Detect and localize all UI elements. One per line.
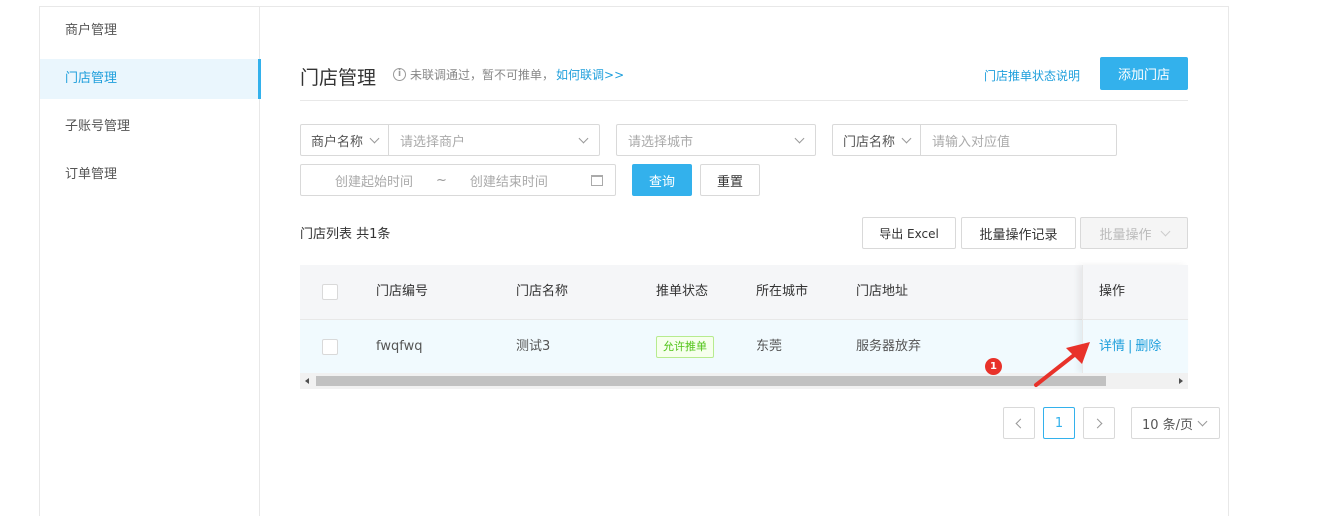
date-range-picker[interactable]: 创建起始时间 ~ 创建结束时间 [300, 164, 616, 196]
start-date-input[interactable]: 创建起始时间 [301, 171, 413, 190]
store-prefix-label: 门店名称 [843, 134, 896, 150]
chevron-down-icon [578, 133, 589, 143]
sidebar: 商户管理 门店管理 子账号管理 订单管理 [40, 7, 261, 516]
end-date-input[interactable]: 创建结束时间 [470, 171, 591, 190]
scroll-right-icon[interactable] [1179, 378, 1183, 384]
chevron-left-icon [1015, 418, 1026, 428]
hint-text: 未联调通过，暂不可推单， [410, 68, 555, 82]
sidebar-item-merchant[interactable]: 商户管理 [40, 11, 260, 51]
date-separator: ~ [436, 172, 447, 188]
title-divider [300, 100, 1188, 101]
scroll-thumb[interactable] [316, 376, 1106, 386]
select-all-checkbox[interactable] [322, 284, 338, 300]
merchant-select[interactable]: 请选择商户 [389, 131, 572, 150]
column-header-push-status: 推单状态 [656, 284, 709, 299]
column-header-store-id: 门店编号 [376, 284, 429, 299]
list-title: 门店列表 共1条 [300, 227, 391, 242]
column-header-store-name: 门店名称 [516, 284, 569, 299]
sidebar-item-subaccount[interactable]: 子账号管理 [40, 107, 260, 147]
info-icon: i [393, 68, 406, 81]
merchant-field-type-select[interactable]: 商户名称 [301, 125, 390, 155]
scroll-left-icon[interactable] [305, 378, 309, 384]
cell-store-name: 测试3 [516, 339, 551, 354]
main-content: 门店管理 i 未联调通过，暂不可推单， 如何联调>> 门店推单状态说明 添加门店… [300, 7, 1220, 516]
chevron-down-icon [1197, 416, 1208, 426]
chevron-right-icon [1092, 418, 1103, 428]
sidebar-item-order[interactable]: 订单管理 [40, 155, 260, 195]
fixed-action-column: 操作 详情 | 删除 [1082, 265, 1188, 373]
push-status-help-link[interactable]: 门店推单状态说明 [984, 67, 1080, 84]
batch-record-button[interactable]: 批量操作记录 [961, 217, 1076, 249]
batch-action-label: 批量操作 [1099, 227, 1152, 243]
cell-city: 东莞 [756, 339, 783, 354]
column-header-city: 所在城市 [756, 284, 809, 299]
page-title: 门店管理 [300, 67, 377, 89]
merchant-filter: 商户名称 请选择商户 [300, 124, 600, 156]
detail-link[interactable]: 详情 [1099, 339, 1125, 354]
cell-address: 服务器放弃 [856, 339, 922, 354]
store-field-type-select[interactable]: 门店名称 [833, 125, 922, 155]
row-actions: 详情 | 删除 [1083, 319, 1188, 373]
add-store-button[interactable]: 添加门店 [1100, 57, 1188, 90]
status-badge: 允许推单 [656, 336, 714, 358]
store-filter: 门店名称 请输入对应值 [832, 124, 1117, 156]
reset-button[interactable]: 重置 [700, 164, 760, 196]
cell-store-id: fwqfwq [376, 339, 423, 354]
column-header-address: 门店地址 [856, 284, 909, 299]
merchant-prefix-label: 商户名称 [311, 134, 364, 150]
export-excel-button[interactable]: 导出 Excel [862, 217, 956, 249]
calendar-icon [591, 174, 603, 186]
prev-page-button[interactable] [1003, 407, 1035, 439]
action-separator: | [1128, 339, 1133, 354]
table-header: 门店编号 门店名称 推单状态 所在城市 门店地址 [300, 265, 1188, 319]
city-select[interactable]: 请选择城市 [616, 124, 816, 156]
store-search-input[interactable]: 请输入对应值 [921, 131, 1116, 150]
sidebar-item-store[interactable]: 门店管理 [40, 59, 261, 99]
page-size-value: 10 条/页 [1142, 417, 1194, 433]
integration-hint: i 未联调通过，暂不可推单， 如何联调>> [393, 66, 624, 83]
chevron-down-icon [1160, 226, 1170, 236]
city-placeholder: 请选择城市 [628, 134, 694, 150]
delete-link[interactable]: 删除 [1135, 339, 1161, 354]
app-frame: 商户管理 门店管理 子账号管理 订单管理 门店管理 i 未联调通过，暂不可推单，… [39, 6, 1229, 516]
annotation-marker: 1 [985, 358, 1002, 375]
page-1-button[interactable]: 1 [1043, 407, 1075, 439]
how-to-integrate-link[interactable]: 如何联调>> [556, 66, 624, 83]
row-checkbox[interactable] [322, 339, 338, 355]
chevron-down-icon [369, 133, 380, 143]
column-header-actions: 操作 [1083, 265, 1188, 319]
chevron-down-icon [901, 133, 912, 143]
annotation-arrow-icon [1034, 342, 1090, 387]
next-page-button[interactable] [1083, 407, 1115, 439]
chevron-down-icon [794, 133, 805, 143]
batch-action-button[interactable]: 批量操作 [1080, 217, 1188, 249]
page-size-select[interactable]: 10 条/页 [1131, 407, 1220, 439]
query-button[interactable]: 查询 [632, 164, 692, 196]
